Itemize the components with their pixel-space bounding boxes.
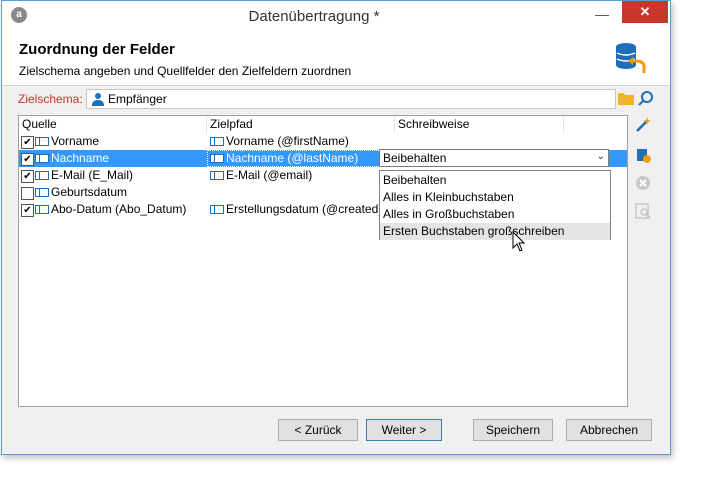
row-checkbox[interactable]: ✔ xyxy=(21,136,34,149)
dropdown-option[interactable]: Alles in Großbuchstaben xyxy=(380,206,610,223)
wizard-header: Zuordnung der Felder Zielschema angeben … xyxy=(2,33,670,86)
field-icon xyxy=(35,205,49,214)
field-icon xyxy=(210,154,224,163)
target-path: Nachname (@lastName) xyxy=(226,151,359,165)
row-checkbox[interactable] xyxy=(21,187,34,200)
mouse-cursor-icon xyxy=(512,231,526,252)
field-icon xyxy=(210,205,224,214)
wizard-body: Zielschema: Empfänger Quelle Zielpfad Sc… xyxy=(2,86,670,454)
search-icon[interactable] xyxy=(638,90,654,106)
table-row[interactable]: ✔ Vorname Vorname (@firstName) xyxy=(19,133,627,150)
target-path: Erstellungsdatum (@created) xyxy=(226,202,383,216)
schema-field[interactable]: Empfänger xyxy=(86,89,616,109)
column-header-source[interactable]: Quelle xyxy=(19,116,207,133)
row-checkbox[interactable]: ✔ xyxy=(21,204,34,217)
source-field: Nachname xyxy=(51,151,110,165)
dropdown-option[interactable]: Ersten Buchstaben großschreiben xyxy=(380,223,610,240)
next-button[interactable]: Weiter > xyxy=(366,419,442,441)
dropdown-option[interactable]: Alles in Kleinbuchstaben xyxy=(380,189,610,206)
writing-mode-dropdown: Beibehalten Alles in Kleinbuchstaben Alles… xyxy=(379,170,611,240)
person-icon xyxy=(92,93,104,106)
preview-icon[interactable] xyxy=(634,202,652,220)
folder-icon[interactable] xyxy=(618,91,634,105)
wand-icon[interactable] xyxy=(634,116,652,134)
database-import-icon xyxy=(616,43,646,73)
source-field: Vorname xyxy=(51,134,100,148)
writing-mode-select[interactable]: Beibehalten ⌄ xyxy=(379,149,609,167)
source-field: Geburtsdatum xyxy=(51,185,128,199)
source-field: Abo-Datum (Abo_Datum) xyxy=(51,202,187,216)
schema-label: Zielschema: xyxy=(18,92,83,106)
column-header-mode[interactable]: Schreibweise xyxy=(395,116,564,133)
source-field: E-Mail (E_Mail) xyxy=(51,168,134,182)
field-icon xyxy=(210,137,224,146)
chevron-down-icon[interactable]: ⌄ xyxy=(597,151,605,162)
minimize-button[interactable]: — xyxy=(587,3,617,25)
dropdown-option[interactable]: Beibehalten xyxy=(380,172,610,189)
add-field-icon[interactable] xyxy=(634,146,652,164)
field-icon xyxy=(35,137,49,146)
remove-icon[interactable] xyxy=(634,174,652,192)
dialog-window: a Datenübertragung * — ✕ Zuordnung der F… xyxy=(1,0,671,455)
row-checkbox[interactable]: ✔ xyxy=(21,153,34,166)
close-button[interactable]: ✕ xyxy=(622,1,668,23)
target-path: Vorname (@firstName) xyxy=(226,134,349,148)
back-button[interactable]: < Zurück xyxy=(278,419,358,441)
field-icon xyxy=(35,171,49,180)
page-title: Zuordnung der Felder xyxy=(19,41,175,58)
cancel-button[interactable]: Abbrechen xyxy=(566,419,652,441)
field-icon xyxy=(35,188,49,197)
row-checkbox[interactable]: ✔ xyxy=(21,170,34,183)
save-button[interactable]: Speichern xyxy=(473,419,553,441)
target-path: E-Mail (@email) xyxy=(226,168,313,182)
writing-mode-value: Beibehalten xyxy=(383,151,447,165)
schema-value: Empfänger xyxy=(108,92,167,106)
column-header-target[interactable]: Zielpfad xyxy=(207,116,395,133)
title-bar: a Datenübertragung * — ✕ xyxy=(2,1,670,33)
field-icon xyxy=(210,171,224,180)
field-icon xyxy=(35,154,49,163)
page-subtitle: Zielschema angeben und Quellfelder den Z… xyxy=(19,64,352,78)
window-title: Datenübertragung * xyxy=(248,8,380,25)
